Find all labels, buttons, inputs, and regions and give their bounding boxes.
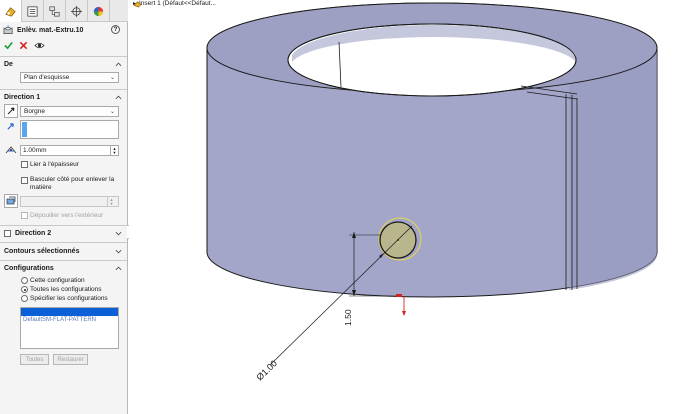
draft-outward-label: Dépouiller vers l'extérieur — [30, 212, 104, 219]
selection-indicator — [22, 122, 27, 137]
side-shading — [569, 48, 658, 290]
section-contours-header[interactable]: Contours sélectionnés — [0, 245, 127, 258]
list-item[interactable] — [21, 308, 118, 316]
action-row — [0, 40, 127, 51]
chevron-up-icon[interactable] — [115, 266, 122, 271]
part-model[interactable]: ⌖ 1.50 Ø1.00 — [129, 0, 690, 414]
radio-specify-configurations[interactable] — [21, 295, 28, 302]
reverse-direction-button[interactable] — [4, 104, 18, 118]
color-wheel-icon — [93, 6, 104, 16]
feature-title: Enlèv. mat.-Extru.10 — [17, 26, 84, 34]
preview-eye-icon[interactable] — [34, 41, 45, 50]
help-icon[interactable]: ? — [111, 25, 120, 34]
configurations-list[interactable]: DefaultSM-FLAT-PATTERN — [20, 307, 119, 349]
radio-this-configuration-label: Cette configuration — [30, 277, 85, 284]
draft-outward-checkbox[interactable] — [21, 212, 28, 219]
radio-specify-configurations-label: Spécifier les configurations — [30, 295, 108, 302]
extrude-handle[interactable] — [396, 294, 402, 297]
draft-button[interactable] — [4, 194, 18, 208]
chevron-up-icon[interactable] — [115, 62, 122, 67]
chevron-down-icon: ⌄ — [109, 75, 115, 81]
draft-angle-field[interactable]: ▲ ▼ — [20, 196, 119, 207]
chevron-up-icon[interactable] — [115, 95, 122, 100]
tab-property-manager[interactable] — [22, 0, 44, 22]
depth-spinner[interactable]: ▲ ▼ — [110, 146, 118, 155]
draft-icon — [6, 196, 16, 205]
draft-angle-spinner[interactable]: ▲ ▼ — [107, 197, 115, 206]
direction2-checkbox[interactable] — [4, 230, 11, 237]
extrude-direction-arrow[interactable] — [402, 311, 406, 316]
dim-height-label[interactable]: 1.50 — [343, 309, 353, 326]
flip-side-checkbox[interactable] — [21, 177, 28, 184]
section-from-header[interactable]: De — [0, 58, 127, 71]
direction-vector-field[interactable] — [20, 120, 119, 139]
depth-value: 1.00mm — [23, 147, 47, 154]
reverse-direction-icon — [7, 107, 15, 115]
ok-check-icon[interactable] — [4, 41, 13, 50]
radio-this-configuration[interactable] — [21, 277, 28, 284]
section-direction1-label: Direction 1 — [4, 94, 41, 101]
graphics-viewport[interactable]: ▸ Insert 1 (Défaut<<Défaut... ⌖ 1.50 Ø1.… — [129, 0, 690, 414]
separator — [0, 56, 127, 57]
separator — [0, 260, 127, 261]
radio-all-configurations-label: Toutes les configurations — [30, 286, 102, 293]
cancel-x-icon[interactable] — [19, 41, 28, 50]
end-condition-value: Borgne — [24, 108, 45, 115]
radio-all-configurations[interactable] — [21, 286, 28, 293]
end-condition-select[interactable]: Borgne ⌄ — [20, 106, 119, 117]
section-configurations-label: Configurations — [4, 265, 54, 272]
chevron-down-icon[interactable] — [115, 231, 122, 236]
section-direction1-header[interactable]: Direction 1 — [0, 91, 127, 104]
select-all-button[interactable]: Toutes — [20, 354, 49, 365]
configuration-manager-icon — [49, 6, 60, 16]
extruded-cut-icon — [3, 25, 13, 34]
property-manager: Enlèv. mat.-Extru.10 ? De Plan d'esquiss… — [0, 0, 128, 414]
from-select[interactable]: Plan d'esquisse ⌄ — [20, 72, 119, 83]
property-manager-icon — [27, 5, 38, 17]
feature-manager-icon — [5, 6, 16, 17]
depth-icon — [5, 146, 17, 154]
sketch-marker-text: ⌖ — [397, 240, 400, 246]
tab-configuration-manager[interactable] — [44, 0, 66, 22]
depth-input[interactable]: 1.00mm ▲ ▼ — [20, 145, 119, 156]
link-thickness-label: Lier à l'épaisseur — [30, 161, 79, 168]
section-direction2-label: Direction 2 — [15, 230, 52, 237]
chevron-down-icon: ⌄ — [109, 109, 115, 115]
section-from-label: De — [4, 61, 13, 68]
separator — [0, 89, 127, 90]
chevron-down-icon[interactable] — [115, 249, 122, 254]
from-select-value: Plan d'esquisse — [24, 74, 70, 81]
list-item[interactable]: DefaultSM-FLAT-PATTERN — [21, 316, 118, 324]
feature-title-row: Enlèv. mat.-Extru.10 ? — [0, 24, 127, 36]
direction-vector-icon — [7, 123, 14, 130]
restore-button[interactable]: Restaurer — [53, 354, 88, 365]
tab-display-manager[interactable] — [88, 0, 110, 22]
section-configurations-header[interactable]: Configurations — [0, 262, 127, 275]
manager-tabs — [0, 0, 128, 22]
tab-dimxpert-manager[interactable] — [66, 0, 88, 22]
tab-feature-manager[interactable] — [0, 0, 22, 22]
flip-side-label: Basculer côté pour enlever la matière — [30, 176, 115, 191]
crosshair-icon — [70, 5, 83, 17]
section-direction2-header[interactable]: Direction 2 — [0, 227, 127, 240]
dim-diameter-label[interactable]: Ø1.00 — [254, 358, 279, 382]
separator — [0, 225, 127, 226]
link-thickness-checkbox[interactable] — [21, 161, 28, 168]
section-contours-label: Contours sélectionnés — [4, 248, 80, 255]
separator — [0, 242, 127, 243]
